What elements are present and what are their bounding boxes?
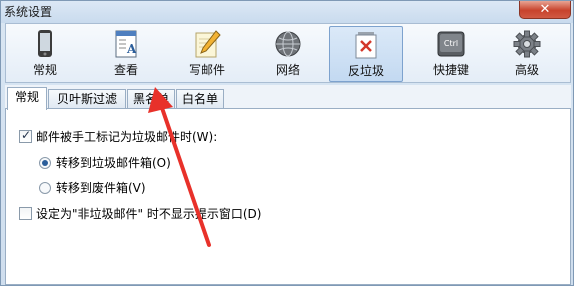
toolbar-label-shortcuts: 快捷键	[432, 63, 469, 77]
svg-text:A: A	[126, 42, 137, 56]
toolbar-label-network: 网络	[275, 63, 300, 77]
view-page-icon: A	[115, 30, 137, 58]
toolbar-label-advanced: 高级	[514, 63, 539, 77]
move-to-spam-radio[interactable]	[39, 156, 51, 169]
close-icon: ✕	[539, 2, 551, 17]
mark-spam-label: 邮件被手工标记为垃圾邮件时(W):	[36, 130, 218, 144]
toolbar-item-advanced[interactable]: 高级	[494, 26, 560, 82]
no-prompt-checkbox[interactable]	[19, 207, 32, 220]
trash-can-icon	[355, 32, 377, 59]
phone-device-icon	[38, 30, 52, 57]
toolbar-item-general[interactable]: 常规	[12, 26, 78, 82]
toolbar-item-shortcuts[interactable]: Ctrl 快捷键	[418, 26, 484, 82]
move-to-trash-option[interactable]: 转移到废件箱(V)	[39, 179, 146, 196]
title-bar: 系统设置 ✕	[1, 1, 573, 23]
toolbar-item-network[interactable]: 网络	[255, 26, 321, 82]
watermark-logo: 系统之家	[449, 241, 571, 281]
toolbar-label-compose: 写邮件	[188, 63, 225, 77]
move-to-trash-radio[interactable]	[39, 181, 51, 194]
settings-toolbar: 常规 A 查看 写邮件 网络 反垃圾 Ctrl 快捷键 高级	[5, 23, 571, 83]
globe-icon	[275, 31, 301, 57]
toolbar-item-compose[interactable]: 写邮件	[174, 26, 240, 82]
close-button[interactable]: ✕	[519, 1, 571, 19]
toolbar-label-view: 查看	[113, 63, 138, 77]
settings-window: 系统设置 ✕ 常规 A 查看 写邮件 网络 反垃圾 Ctrl 快捷键 高级 常规…	[0, 0, 574, 286]
toolbar-item-antispam[interactable]: 反垃圾	[329, 26, 403, 82]
tab-blacklist[interactable]: 黑名单	[127, 89, 175, 109]
tab-strip: 常规 贝叶斯过滤 黑名单 白名单	[5, 87, 571, 110]
move-to-spam-option[interactable]: 转移到垃圾邮件箱(O)	[39, 154, 171, 171]
ctrl-key-icon: Ctrl	[437, 31, 465, 57]
tab-whitelist[interactable]: 白名单	[176, 89, 224, 109]
no-prompt-option[interactable]: 设定为"非垃圾邮件" 时不显示提示窗口(D)	[19, 205, 261, 222]
toolbar-label-general: 常规	[32, 63, 57, 77]
window-title: 系统设置	[4, 5, 53, 19]
mark-spam-option[interactable]: 邮件被手工标记为垃圾邮件时(W):	[19, 128, 217, 145]
watermark-text: 系统之家	[483, 252, 551, 273]
toolbar-label-antispam: 反垃圾	[347, 64, 384, 78]
gear-icon	[513, 30, 541, 58]
pencil-icon	[195, 30, 221, 58]
tab-bayes-filter[interactable]: 贝叶斯过滤	[48, 89, 126, 109]
mark-spam-checkbox[interactable]	[19, 128, 32, 143]
tab-general[interactable]: 常规	[7, 87, 47, 110]
move-to-spam-label: 转移到垃圾邮件箱(O)	[56, 156, 171, 170]
move-to-trash-label: 转移到废件箱(V)	[56, 181, 146, 195]
ctrl-key-text: Ctrl	[444, 39, 458, 48]
no-prompt-label: 设定为"非垃圾邮件" 时不显示提示窗口(D)	[36, 207, 262, 221]
toolbar-item-view[interactable]: A 查看	[93, 26, 159, 82]
